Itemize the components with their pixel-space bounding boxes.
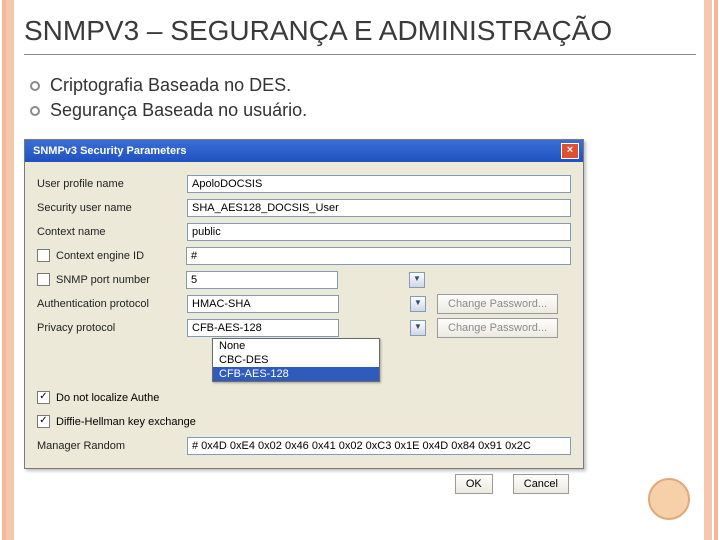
- label-localize: Do not localize Authe: [56, 392, 159, 404]
- dh-checkbox[interactable]: ✓: [37, 415, 50, 428]
- port-checkbox[interactable]: [37, 273, 50, 286]
- cancel-button[interactable]: Cancel: [513, 474, 569, 494]
- chevron-down-icon[interactable]: ▼: [410, 320, 426, 336]
- bullet-text: Segurança Baseada no usuário.: [50, 100, 307, 120]
- change-password-button[interactable]: Change Password...: [437, 294, 558, 314]
- dropdown-option-selected[interactable]: CFB-AES-128: [213, 367, 379, 381]
- label-manager-random: Manager Random: [37, 440, 187, 452]
- titlebar[interactable]: SNMPv3 Security Parameters ×: [25, 140, 583, 162]
- bullet-list: Criptografia Baseada no DES. Segurança B…: [30, 75, 696, 121]
- context-input[interactable]: [187, 223, 571, 241]
- label-port: SNMP port number: [56, 274, 186, 286]
- chevron-down-icon[interactable]: ▼: [409, 272, 425, 288]
- bullet-icon: [30, 106, 40, 116]
- manager-random-input[interactable]: [187, 437, 571, 455]
- ok-button[interactable]: OK: [455, 474, 493, 494]
- label-security-user: Security user name: [37, 202, 187, 214]
- privacy-select[interactable]: [187, 319, 339, 337]
- change-password-button-2[interactable]: Change Password...: [437, 318, 558, 338]
- label-engine: Context engine ID: [56, 250, 186, 262]
- page-title: SNMPV3 – SEGURANÇA E ADMINISTRAÇÃO: [24, 14, 696, 48]
- engine-input[interactable]: [186, 247, 571, 265]
- port-input[interactable]: [186, 271, 338, 289]
- label-auth: Authentication protocol: [37, 298, 187, 310]
- label-context: Context name: [37, 226, 187, 238]
- profile-input[interactable]: [187, 175, 571, 193]
- bullet-icon: [30, 81, 40, 91]
- privacy-dropdown[interactable]: None CBC-DES CFB-AES-128: [212, 338, 380, 382]
- engine-checkbox[interactable]: [37, 249, 50, 262]
- label-privacy: Privacy protocol: [37, 322, 187, 334]
- title-underline: [24, 54, 696, 55]
- close-icon[interactable]: ×: [561, 143, 579, 159]
- dropdown-option[interactable]: CBC-DES: [213, 353, 379, 367]
- dialog-title: SNMPv3 Security Parameters: [33, 145, 186, 157]
- auth-select[interactable]: [187, 295, 339, 313]
- decorative-circle: [648, 478, 690, 520]
- dialog: SNMPv3 Security Parameters × User profil…: [24, 139, 584, 469]
- bullet-text: Criptografia Baseada no DES.: [50, 75, 291, 95]
- localize-checkbox[interactable]: ✓: [37, 391, 50, 404]
- list-item: Segurança Baseada no usuário.: [30, 100, 696, 121]
- chevron-down-icon[interactable]: ▼: [410, 296, 426, 312]
- list-item: Criptografia Baseada no DES.: [30, 75, 696, 96]
- dropdown-option[interactable]: None: [213, 339, 379, 353]
- security-user-input[interactable]: [187, 199, 571, 217]
- label-dh: Diffie-Hellman key exchange: [56, 416, 196, 428]
- label-profile: User profile name: [37, 178, 187, 190]
